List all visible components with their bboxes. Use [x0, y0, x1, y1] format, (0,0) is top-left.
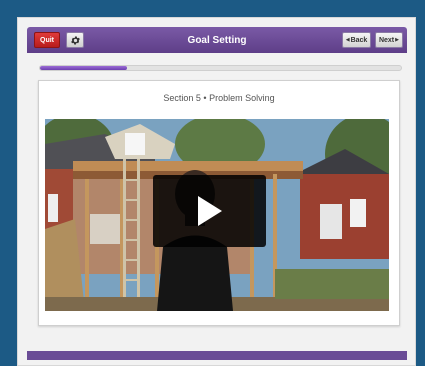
footer-bar [27, 351, 407, 360]
video-player[interactable] [45, 119, 389, 311]
back-label: Back [350, 36, 368, 44]
lesson-header: Quit Goal Setting ◀ Back Next ▶ [27, 27, 407, 53]
next-button[interactable]: Next ▶ [375, 32, 403, 48]
progress-bar [39, 65, 402, 71]
play-button[interactable] [153, 175, 266, 247]
gear-icon [70, 36, 80, 44]
progress-fill [40, 66, 127, 70]
next-arrow-icon: ▶ [395, 37, 400, 43]
settings-button[interactable] [66, 32, 84, 48]
play-icon [197, 196, 222, 226]
back-button[interactable]: ◀ Back [342, 32, 371, 48]
content-card: Section 5 • Problem Solving [38, 80, 400, 326]
quit-button[interactable]: Quit [34, 32, 60, 48]
section-title: Section 5 • Problem Solving [163, 93, 275, 103]
back-arrow-icon: ◀ [345, 37, 350, 43]
next-label: Next [378, 36, 395, 44]
